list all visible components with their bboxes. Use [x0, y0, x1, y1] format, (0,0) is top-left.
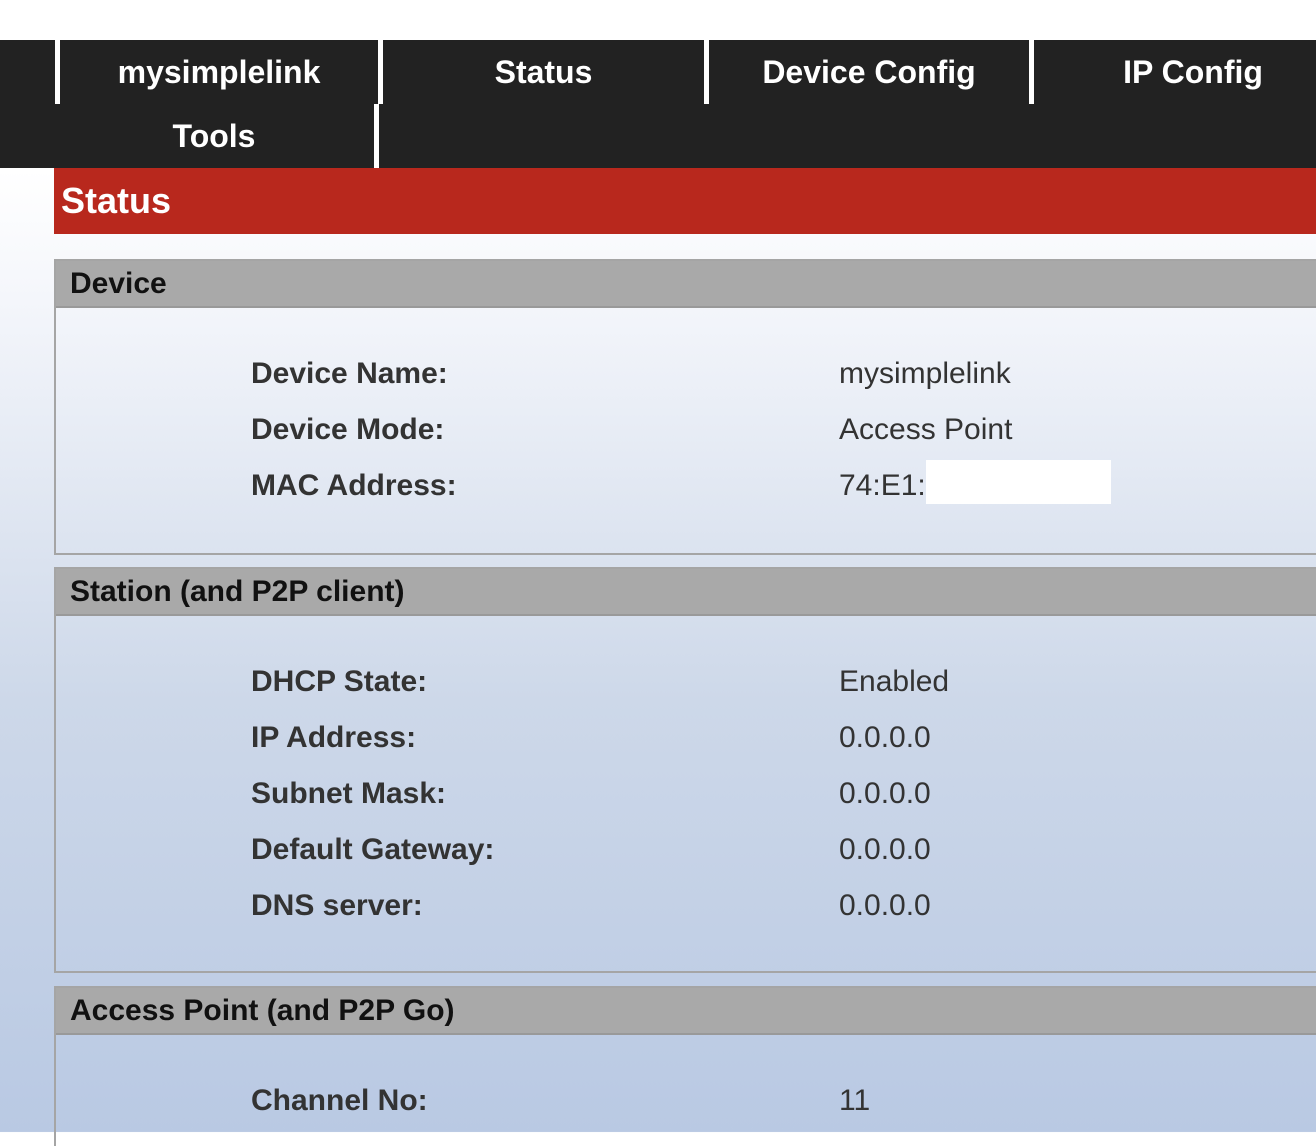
nav-item-status[interactable]: Status	[383, 40, 704, 104]
dhcp-state-value: Enabled	[839, 665, 950, 698]
station-section: Station (and P2P client) DHCP State: Ena…	[54, 567, 1316, 973]
page-title: Status	[61, 180, 172, 221]
dhcp-state-row: DHCP State: Enabled	[56, 654, 1316, 710]
ip-address-row: IP Address: 0.0.0.0	[56, 710, 1316, 766]
nav-item-ip-config[interactable]: IP Config	[1034, 40, 1316, 104]
ip-address-label: IP Address:	[251, 721, 417, 754]
nav-item-device-config[interactable]: Device Config	[709, 40, 1029, 104]
ip-address-value: 0.0.0.0	[839, 721, 931, 754]
station-section-header: Station (and P2P client)	[56, 569, 1316, 616]
device-section-header: Device	[56, 261, 1316, 308]
dns-server-row: DNS server: 0.0.0.0	[56, 878, 1316, 934]
default-gateway-row: Default Gateway: 0.0.0.0	[56, 822, 1316, 878]
access-point-section: Access Point (and P2P Go) Channel No: 11	[54, 986, 1316, 1146]
mac-address-label: MAC Address:	[251, 469, 457, 502]
device-mode-value: Access Point	[839, 413, 1013, 446]
dns-server-label: DNS server:	[251, 889, 423, 922]
access-point-section-header: Access Point (and P2P Go)	[56, 988, 1316, 1035]
channel-no-label: Channel No:	[251, 1084, 428, 1117]
nav-item-tools[interactable]: Tools	[54, 104, 374, 168]
device-name-label: Device Name:	[251, 357, 448, 390]
mac-address-row: MAC Address: 74:E1:	[56, 458, 1316, 514]
subnet-mask-row: Subnet Mask: 0.0.0.0	[56, 766, 1316, 822]
default-gateway-value: 0.0.0.0	[839, 833, 931, 866]
default-gateway-label: Default Gateway:	[251, 833, 495, 866]
page-title-bar: Status	[54, 168, 1316, 234]
subnet-mask-label: Subnet Mask:	[251, 777, 447, 810]
dns-server-value: 0.0.0.0	[839, 889, 931, 922]
channel-no-row: Channel No: 11	[56, 1073, 1316, 1129]
mac-address-value: 74:E1:	[839, 469, 926, 502]
channel-no-value: 11	[839, 1084, 871, 1117]
nav-separator	[374, 104, 379, 168]
redaction-box	[926, 460, 1111, 504]
device-mode-label: Device Mode:	[251, 413, 445, 446]
device-name-row: Device Name: mysimplelink	[56, 346, 1316, 402]
top-strip	[0, 0, 1316, 40]
device-mode-row: Device Mode: Access Point	[56, 402, 1316, 458]
subnet-mask-value: 0.0.0.0	[839, 777, 931, 810]
dhcp-state-label: DHCP State:	[251, 665, 428, 698]
main-nav: mysimplelink Status Device Config IP Con…	[0, 40, 1316, 168]
device-name-value: mysimplelink	[839, 357, 1011, 390]
nav-item-mysimplelink[interactable]: mysimplelink	[60, 40, 378, 104]
device-section: Device Device Name: mysimplelink Device …	[54, 259, 1316, 555]
